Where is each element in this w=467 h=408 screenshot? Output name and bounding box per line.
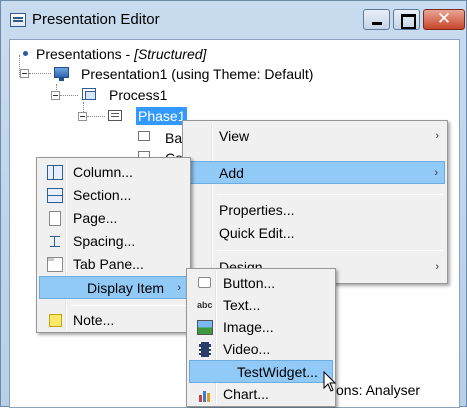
minimize-button[interactable]	[363, 9, 390, 30]
menu-item-page[interactable]: Page...	[39, 207, 188, 230]
maximize-button[interactable]	[393, 9, 420, 30]
menu-item-section[interactable]: Section...	[39, 184, 188, 207]
menu-item-testwidget[interactable]: TestWidget...	[189, 360, 333, 383]
process-icon-inner	[85, 91, 96, 100]
tree-node-root-suffix: [Structured]	[134, 46, 207, 62]
monitor-stand-icon	[59, 78, 64, 81]
button-icon	[198, 277, 211, 288]
add-submenu: Column... Section... Page... Spacing... …	[36, 157, 191, 333]
mouse-cursor-icon	[323, 371, 337, 392]
menu-separator	[217, 250, 443, 251]
window-title: Presentation Editor	[32, 11, 160, 28]
menu-item-spacing-label: Spacing...	[73, 233, 136, 249]
menu-separator	[71, 305, 186, 306]
expand-toggle-presentation[interactable]	[20, 69, 29, 78]
spacing-icon	[47, 234, 63, 249]
menu-item-section-label: Section...	[73, 187, 132, 203]
menu-item-column[interactable]: Column...	[39, 161, 188, 184]
chevron-right-icon: ›	[435, 261, 439, 273]
tree-line	[29, 73, 51, 74]
menu-item-text-label: Text...	[223, 297, 261, 313]
section-icon	[47, 188, 63, 203]
menu-item-note[interactable]: Note...	[39, 309, 188, 332]
menu-item-properties-label: Properties...	[219, 202, 295, 218]
menu-item-text[interactable]: abc Text...	[189, 294, 333, 317]
phase-icon	[108, 110, 122, 121]
chevron-right-icon: ›	[434, 167, 438, 179]
menu-item-testwidget-label: TestWidget...	[237, 364, 318, 380]
image-icon	[197, 320, 213, 335]
context-menu: View › Add › Properties... Quick Edit...…	[182, 120, 448, 284]
menu-item-button[interactable]: Button...	[189, 272, 333, 295]
menu-item-add-label: Add	[219, 165, 244, 181]
menu-item-spacing[interactable]: Spacing...	[39, 230, 188, 253]
expand-toggle-phase[interactable]	[78, 112, 87, 121]
menu-item-page-label: Page...	[73, 210, 118, 226]
menu-item-button-label: Button...	[223, 275, 276, 291]
tab-pane-icon	[47, 257, 63, 272]
menu-item-note-label: Note...	[73, 312, 115, 328]
menu-item-video-label: Video...	[223, 341, 271, 357]
menu-item-view-label: View	[219, 128, 250, 144]
menu-item-properties[interactable]: Properties...	[185, 199, 445, 222]
menu-item-quick-edit[interactable]: Quick Edit...	[185, 222, 445, 245]
menu-item-display-item[interactable]: Display Item ›	[39, 276, 188, 299]
expand-toggle-process[interactable]	[51, 91, 60, 100]
menu-item-add[interactable]: Add ›	[185, 161, 445, 184]
page-icon	[49, 211, 61, 226]
tree-node-process-label: Process1	[109, 87, 168, 103]
menu-item-video[interactable]: Video...	[189, 338, 333, 361]
menu-item-column-label: Column...	[73, 164, 133, 180]
app-icon	[10, 13, 26, 27]
phase-icon-lines	[111, 113, 119, 114]
tree-node-presentation-label: Presentation1 (using Theme: Default)	[81, 66, 314, 82]
menu-separator	[217, 194, 443, 195]
tree-line	[87, 116, 105, 117]
title-bar: Presentation Editor ✕	[1, 1, 466, 39]
menu-item-display-item-label: Display Item	[87, 280, 165, 296]
menu-item-chart-label: Chart...	[223, 386, 269, 402]
note-icon	[49, 314, 62, 327]
chevron-right-icon: ›	[177, 282, 181, 294]
menu-item-tab-pane[interactable]: Tab Pane...	[39, 253, 188, 276]
button-node-icon	[138, 131, 150, 141]
menu-item-image-label: Image...	[223, 319, 274, 335]
display-item-submenu: Button... abc Text... Image... Video... …	[186, 268, 336, 407]
menu-item-view[interactable]: View ›	[185, 125, 445, 148]
text-icon: abc	[197, 300, 213, 310]
monitor-icon	[54, 67, 69, 78]
menu-item-image[interactable]: Image...	[189, 316, 333, 339]
tree-node-analyser-label: ons: Analyser	[336, 382, 421, 398]
video-icon	[199, 342, 211, 357]
tree-node-phase-label: Phase1	[136, 107, 188, 125]
bullet-icon	[23, 51, 28, 56]
menu-item-chart[interactable]: Chart...	[189, 383, 333, 406]
menu-item-tab-pane-label: Tab Pane...	[73, 256, 144, 272]
close-button[interactable]: ✕	[423, 9, 465, 30]
chart-icon	[197, 387, 213, 402]
close-icon: ✕	[436, 9, 452, 28]
tree-node-root-label: Presentations -	[36, 46, 135, 62]
chevron-right-icon: ›	[435, 130, 439, 142]
column-icon	[47, 165, 63, 180]
tree-line	[60, 95, 78, 96]
menu-item-quick-edit-label: Quick Edit...	[219, 225, 295, 241]
